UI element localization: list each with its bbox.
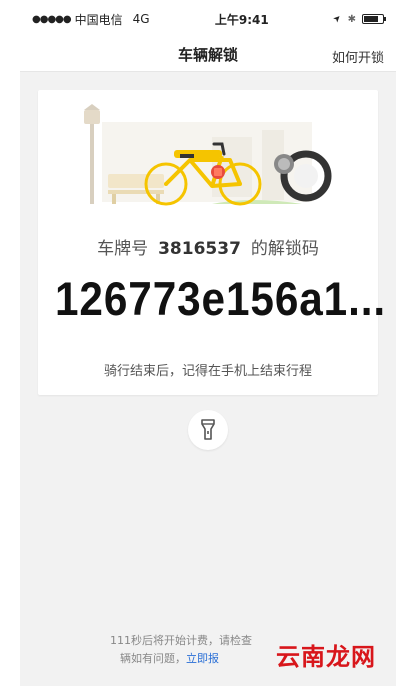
billing-notice: 111秒后将开始计费，请检查 <box>110 634 252 647</box>
lamp-post-icon <box>84 104 100 204</box>
report-now-link[interactable]: 立即报 <box>186 652 219 665</box>
plate-number: 3816537 <box>158 239 241 259</box>
flashlight-icon <box>201 419 215 440</box>
how-to-unlock-link[interactable]: 如何开锁 <box>332 47 384 66</box>
navigation-bar: 车辆解锁 如何开锁 <box>20 38 396 72</box>
flashlight-button[interactable] <box>188 410 228 450</box>
signal-dots: ●●●●● <box>32 13 72 25</box>
end-trip-reminder: 骑行结束后，记得在手机上结束行程 <box>103 364 312 379</box>
bike-illustration <box>84 104 332 206</box>
network-type: 4G <box>132 12 150 26</box>
carrier-name: 中国电信 <box>74 12 123 27</box>
unlock-code-card: 车牌号 3816537 的解锁码 126773e156a1... 骑行结束后，记得在… <box>38 90 387 395</box>
status-time: 上午9:41 <box>214 12 269 27</box>
plate-suffix: 的解锁码 <box>250 239 319 259</box>
status-right: ➤ ✱ <box>331 12 386 26</box>
status-left: ●●●●● 中国电信 4G <box>32 11 150 28</box>
plate-prefix: 车牌号 <box>97 239 149 259</box>
issue-report-line: 辆如有问题，立即报 <box>120 650 219 666</box>
battery-fill <box>363 16 378 22</box>
issue-report-prefix: 辆如有问题， <box>120 652 186 665</box>
page-title: 车辆解锁 <box>177 46 238 64</box>
unlock-code: 126773e156a1... <box>55 272 387 325</box>
location-arrow-icon: ➤ <box>331 12 345 26</box>
battery-icon <box>361 14 386 24</box>
watermark-logo: 云南龙网 <box>276 643 376 671</box>
status-bar: ●●●●● 中国电信 4G 上午9:41 ➤ ✱ <box>20 0 396 38</box>
plate-number-line: 车牌号 3816537 的解锁码 <box>38 234 378 259</box>
bluetooth-icon: ✱ <box>347 13 356 25</box>
